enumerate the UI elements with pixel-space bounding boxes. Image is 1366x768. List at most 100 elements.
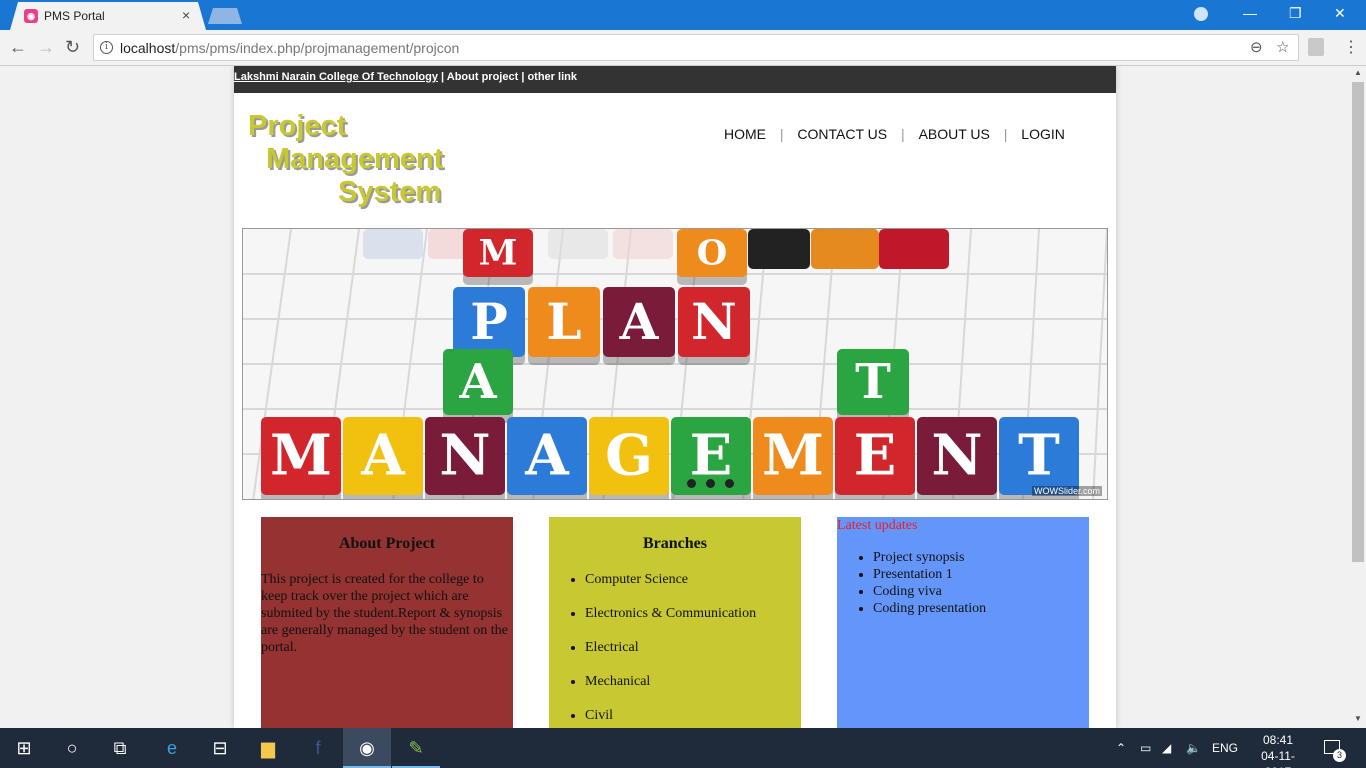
svg-text:E: E xyxy=(854,423,897,489)
notification-count-badge: 3 xyxy=(1333,749,1346,762)
branches-title: Branches xyxy=(643,535,707,552)
top-separator: | xyxy=(521,71,525,83)
update-item[interactable]: Presentation 1 xyxy=(873,566,1089,583)
system-clock[interactable]: 08:41 04-11-2017 xyxy=(1256,732,1300,768)
other-link[interactable]: other link xyxy=(527,71,577,83)
notepad-plus-icon[interactable]: ✎ xyxy=(392,728,440,768)
network-icon[interactable]: ◢ xyxy=(1162,728,1171,768)
reload-icon[interactable]: ↻ xyxy=(65,37,80,58)
store-icon[interactable]: ⊟ xyxy=(196,728,244,768)
tray-chevron-icon[interactable]: ⌃ xyxy=(1116,728,1126,768)
back-icon[interactable]: ← xyxy=(9,37,27,58)
main-nav: HOME | CONTACT US | ABOUT US | LOGIN xyxy=(724,126,1065,142)
about-project-box: About Project This project is created fo… xyxy=(261,517,513,728)
top-separator: | xyxy=(441,71,445,83)
svg-text:A: A xyxy=(524,423,570,489)
tab-close-icon[interactable]: × xyxy=(182,7,190,23)
image-slider[interactable]: MOPLANATMANAGEMENT WOWSlider.com xyxy=(242,228,1108,500)
scroll-up-icon[interactable]: ▲ xyxy=(1354,68,1362,77)
battery-icon[interactable]: ▭ xyxy=(1140,728,1151,768)
logo-line-1: Project xyxy=(248,110,347,142)
clock-time: 08:41 xyxy=(1262,733,1294,747)
new-tab-button[interactable] xyxy=(208,8,242,24)
scroll-down-icon[interactable]: ▼ xyxy=(1354,714,1362,723)
latest-updates-box: Latest updates Project synopsis Presenta… xyxy=(837,517,1089,728)
windows-taskbar: ⊞ ○ ⧉ e ⊟ ▆ f ◉ ✎ ⌃ ▭ ◢ 🔈 ENG 08:41 04-1… xyxy=(0,728,1366,768)
browser-tab[interactable]: ◉ PMS Portal × xyxy=(10,2,206,30)
slider-letter-block: N xyxy=(425,417,505,499)
logo-line-2: Management xyxy=(266,143,444,175)
college-link[interactable]: Lakshmi Narain College Of Technology xyxy=(234,71,438,83)
svg-text:N: N xyxy=(439,423,490,489)
nav-separator: | xyxy=(779,126,784,142)
slider-dot[interactable] xyxy=(725,479,734,488)
svg-text:T: T xyxy=(855,354,891,410)
close-window-icon[interactable]: ✕ xyxy=(1334,5,1346,22)
about-project-link[interactable]: About project xyxy=(447,71,519,83)
nav-separator: | xyxy=(1003,126,1008,142)
svg-text:G: G xyxy=(605,423,653,489)
edge-icon[interactable]: e xyxy=(148,728,196,768)
forward-icon[interactable]: → xyxy=(37,37,55,58)
slider-letter-block: N xyxy=(678,287,750,365)
latest-updates-title: Latest updates xyxy=(837,518,918,533)
extension-icon[interactable] xyxy=(1308,38,1324,56)
branch-item: Civil xyxy=(585,707,801,724)
file-explorer-icon[interactable]: ▆ xyxy=(244,728,292,768)
browser-menu-icon[interactable]: ⋮ xyxy=(1343,37,1359,57)
slider-dot[interactable] xyxy=(706,479,715,488)
logo-line-3: System xyxy=(338,176,442,208)
slider-letter-block: T xyxy=(837,349,909,423)
branch-item: Mechanical xyxy=(585,673,801,690)
update-item[interactable]: Coding presentation xyxy=(873,600,1089,617)
branches-box: Branches Computer Science Electronics & … xyxy=(549,517,801,728)
branch-item: Computer Science xyxy=(585,571,801,588)
browser-titlebar: ◉ PMS Portal × — ❐ ✕ xyxy=(0,0,1366,30)
slider-letter-block: N xyxy=(917,417,997,499)
chrome-icon[interactable]: ◉ xyxy=(343,728,391,768)
address-bar[interactable]: i localhost/pms/pms/index.php/projmanage… xyxy=(93,34,1299,61)
slider-letter-block: O xyxy=(677,229,747,285)
url-text[interactable]: localhost/pms/pms/index.php/projmanageme… xyxy=(120,40,459,56)
nav-home[interactable]: HOME xyxy=(724,126,766,142)
svg-text:P: P xyxy=(470,292,508,351)
page-viewport: Lakshmi Narain College Of Technology | A… xyxy=(0,66,1350,728)
slider-dot[interactable] xyxy=(687,479,696,488)
nav-contact-us[interactable]: CONTACT US xyxy=(797,126,887,142)
volume-icon[interactable]: 🔈 xyxy=(1186,728,1201,768)
svg-text:N: N xyxy=(931,423,982,489)
slider-letter-block: A xyxy=(603,287,675,365)
branches-list: Computer Science Electronics & Communica… xyxy=(549,571,801,724)
nav-login[interactable]: LOGIN xyxy=(1021,126,1065,142)
site-info-icon[interactable]: i xyxy=(100,41,113,54)
tab-title: PMS Portal xyxy=(44,9,105,23)
page-container: Lakshmi Narain College Of Technology | A… xyxy=(234,66,1116,728)
update-item[interactable]: Coding viva xyxy=(873,583,1089,600)
svg-text:N: N xyxy=(691,292,737,351)
minimize-icon[interactable]: — xyxy=(1243,5,1257,21)
svg-text:A: A xyxy=(619,292,660,351)
svg-text:O: O xyxy=(697,233,728,274)
cortana-icon[interactable]: ○ xyxy=(48,728,96,768)
scroll-thumb[interactable] xyxy=(1352,82,1364,562)
slider-letter-block: L xyxy=(528,287,600,365)
zoom-icon[interactable]: ⊖ xyxy=(1250,38,1263,56)
slider-letter-block: M xyxy=(463,229,533,285)
nav-about-us[interactable]: ABOUT US xyxy=(919,126,990,142)
page-scrollbar[interactable]: ▲ ▼ xyxy=(1350,66,1366,728)
facebook-icon[interactable]: f xyxy=(294,728,342,768)
bookmark-star-icon[interactable]: ☆ xyxy=(1276,38,1289,56)
update-item[interactable]: Project synopsis xyxy=(873,549,1089,566)
language-indicator[interactable]: ENG xyxy=(1212,728,1238,768)
clock-date: 04-11-2017 xyxy=(1261,749,1295,768)
svg-text:T: T xyxy=(1018,423,1060,489)
svg-text:M: M xyxy=(479,233,518,274)
restore-icon[interactable]: ❐ xyxy=(1289,5,1302,22)
site-logo[interactable]: Project Management System xyxy=(248,110,443,209)
slider-letter-block: M xyxy=(753,417,833,499)
task-view-icon[interactable]: ⧉ xyxy=(96,728,144,768)
about-project-title: About Project xyxy=(338,535,436,552)
profile-icon[interactable] xyxy=(1194,7,1208,21)
start-icon[interactable]: ⊞ xyxy=(0,728,48,768)
top-link-bar: Lakshmi Narain College Of Technology | A… xyxy=(234,66,1116,93)
